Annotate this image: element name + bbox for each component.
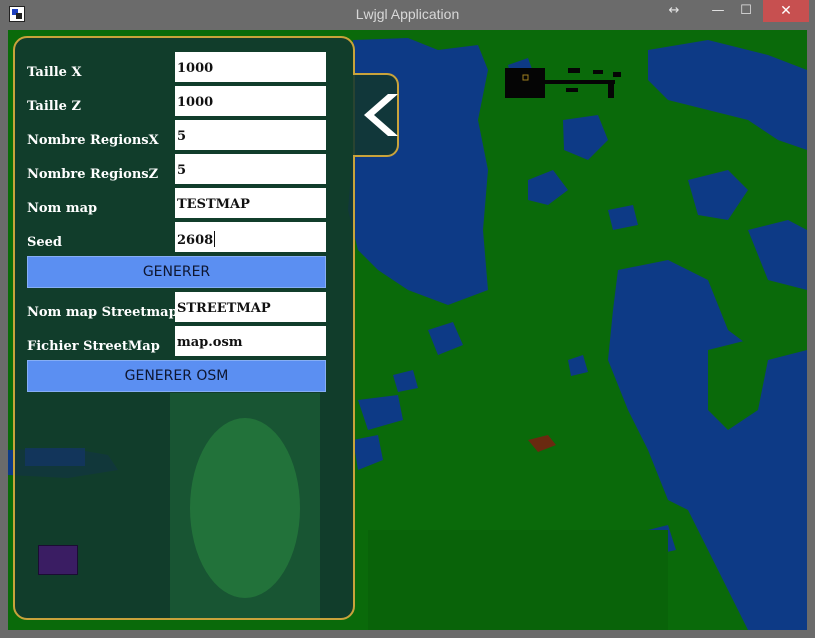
generate-button[interactable]: GENERER <box>27 256 326 288</box>
application-window: Lwjgl Application ↔ — ☐ ✕ Taille X 1000 … <box>0 0 815 638</box>
label-nom-map-streetmap: Nom map Streetmap <box>27 305 178 320</box>
maximize-button[interactable]: ☐ <box>734 0 758 22</box>
label-taille-z: Taille Z <box>27 99 81 114</box>
generate-osm-button[interactable]: GENERER OSM <box>27 360 326 392</box>
window-title: Lwjgl Application <box>355 6 460 22</box>
label-seed: Seed <box>27 235 63 250</box>
taille-x-input[interactable]: 1000 <box>175 52 326 82</box>
label-taille-x: Taille X <box>27 65 82 80</box>
fichier-streetmap-input[interactable]: map.osm <box>175 326 326 356</box>
label-nom-map: Nom map <box>27 201 98 216</box>
seed-value: 2608 <box>177 233 214 248</box>
seed-input[interactable]: 2608 <box>175 222 326 252</box>
chevron-left-icon[interactable] <box>358 92 398 138</box>
label-nombre-regions-x: Nombre RegionsX <box>27 133 159 148</box>
minimap-thumbnail <box>38 545 78 575</box>
nombre-regions-z-input[interactable]: 5 <box>175 154 326 184</box>
resize-icon[interactable]: ↔ <box>662 0 686 22</box>
minimize-button[interactable]: — <box>706 0 730 22</box>
nom-map-streetmap-input[interactable]: STREETMAP <box>175 292 326 322</box>
close-button[interactable]: ✕ <box>763 0 809 22</box>
label-fichier-streetmap: Fichier StreetMap <box>27 339 160 354</box>
nom-map-input[interactable]: TESTMAP <box>175 188 326 218</box>
nombre-regions-x-input[interactable]: 5 <box>175 120 326 150</box>
label-nombre-regions-z: Nombre RegionsZ <box>27 167 159 182</box>
text-caret <box>214 231 216 247</box>
taille-z-input[interactable]: 1000 <box>175 86 326 116</box>
title-bar: Lwjgl Application ↔ — ☐ ✕ <box>0 0 815 30</box>
